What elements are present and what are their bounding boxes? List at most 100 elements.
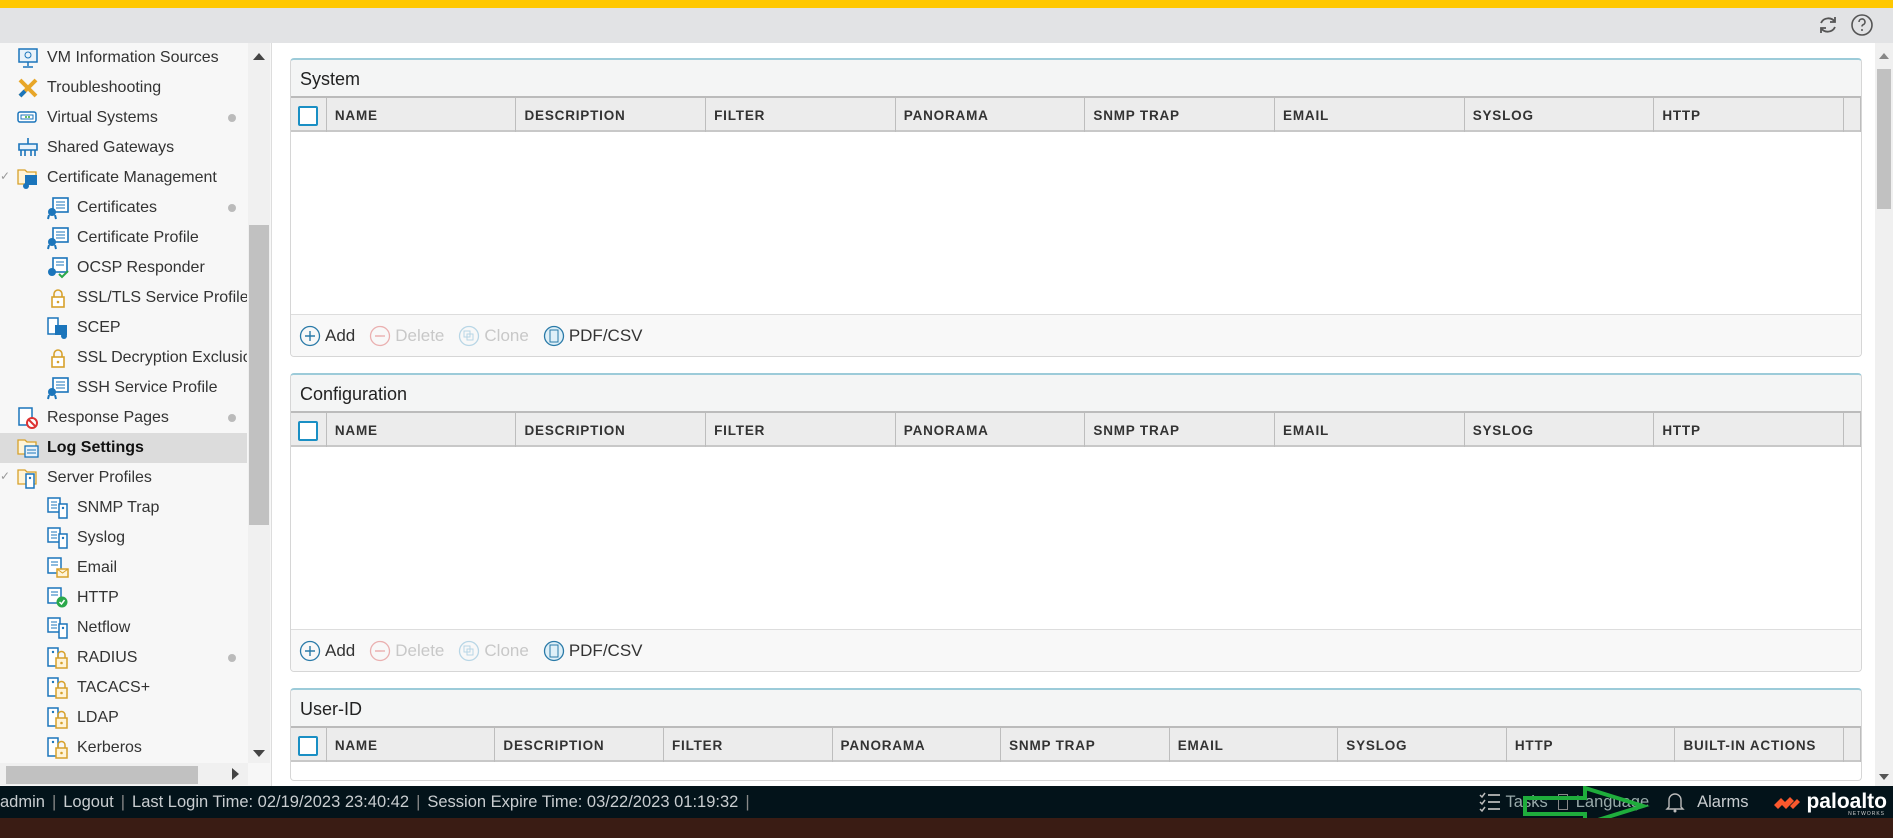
sidebar-item-radius[interactable]: RADIUS (0, 643, 247, 673)
auth-server-icon (47, 737, 68, 759)
sidebar-tree: VM Information Sources Troubleshooting Vir… (0, 43, 272, 786)
sidebar-item-label: Syslog (77, 529, 126, 546)
select-all-checkbox[interactable] (291, 413, 327, 447)
sidebar-item-http[interactable]: HTTP (0, 583, 247, 613)
column-header[interactable]: HTTP (1654, 413, 1844, 447)
sidebar-item-response-pages[interactable]: Response Pages (0, 403, 247, 433)
sidebar-horizontal-scrollbar[interactable] (0, 763, 248, 785)
sidebar-item-troubleshooting[interactable]: Troubleshooting (0, 73, 247, 103)
column-header[interactable]: PANORAMA (896, 98, 1086, 132)
clone-button[interactable]: Clone (458, 640, 529, 662)
sidebar-item-ocsp-responder[interactable]: OCSP Responder (0, 253, 247, 283)
clone-button[interactable]: Clone (458, 325, 529, 347)
sidebar-item-ssl-tls-service-profile[interactable]: SSL/TLS Service Profile (0, 283, 247, 313)
column-header[interactable]: SNMP TRAP (1085, 413, 1276, 447)
expanded-chevron-icon[interactable]: ✓ (0, 169, 10, 183)
column-header[interactable]: FILTER (664, 728, 833, 762)
sidebar-item-ssl-decryption-exclusion[interactable]: SSL Decryption Exclusion (0, 343, 247, 373)
sidebar-item-label: Log Settings (47, 439, 144, 456)
table-header: NAME DESCRIPTION FILTER PANORAMA SNMP TRAP EM… (291, 413, 1861, 447)
sidebar-item-syslog[interactable]: Syslog (0, 523, 247, 553)
column-header[interactable]: SNMP TRAP (1001, 728, 1170, 762)
scep-icon (47, 317, 67, 339)
delete-button[interactable]: Delete (369, 325, 444, 347)
column-header[interactable]: SYSLOG (1465, 413, 1655, 447)
pdf-csv-button[interactable]: PDF/CSV (543, 640, 643, 662)
virtual-system-icon (17, 111, 37, 123)
sidebar-vertical-scrollbar[interactable] (248, 43, 270, 763)
sidebar-item-ldap[interactable]: LDAP (0, 703, 247, 733)
sidebar-item-shared-gateways[interactable]: Shared Gateways (0, 133, 247, 163)
gateway-icon (18, 138, 38, 156)
column-header[interactable]: EMAIL (1275, 413, 1465, 447)
scrollbar-thumb[interactable] (1877, 69, 1891, 209)
sidebar-item-label: Certificates (77, 199, 158, 216)
column-header[interactable]: FILTER (706, 413, 896, 447)
header-bar (0, 8, 1893, 43)
scroll-up-arrow-icon[interactable] (253, 53, 265, 60)
sidebar-item-email[interactable]: Email (0, 553, 247, 583)
column-header[interactable]: HTTP (1654, 98, 1844, 132)
sidebar-item-snmp-trap[interactable]: SNMP Trap (0, 493, 247, 523)
panel-title: Configuration (291, 375, 1861, 413)
column-header[interactable]: SYSLOG (1338, 728, 1507, 762)
expanded-chevron-icon[interactable]: ✓ (0, 469, 10, 483)
scroll-down-arrow-icon[interactable] (1879, 774, 1889, 780)
sidebar-item-ssh-service-profile[interactable]: SSH Service Profile (0, 373, 247, 403)
select-all-checkbox[interactable] (291, 98, 327, 132)
add-button[interactable]: Add (299, 640, 355, 662)
column-header[interactable]: HTTP (1507, 728, 1676, 762)
add-button[interactable]: Add (299, 325, 355, 347)
column-header[interactable]: NAME (327, 98, 517, 132)
certificate-icon (47, 227, 69, 250)
select-all-checkbox[interactable] (291, 728, 327, 762)
sidebar-item-label: OCSP Responder (77, 259, 205, 276)
sidebar-item-log-settings[interactable]: Log Settings (0, 433, 247, 463)
alarms-button[interactable]: Alarms (1665, 791, 1748, 813)
sidebar-item-vm-information-sources[interactable]: VM Information Sources (0, 43, 247, 73)
column-header[interactable]: DESCRIPTION (516, 413, 707, 447)
sidebar-item-kerberos[interactable]: Kerberos (0, 733, 247, 763)
column-header[interactable]: PANORAMA (833, 728, 1002, 762)
refresh-icon[interactable] (1816, 13, 1840, 37)
help-icon[interactable] (1850, 13, 1874, 37)
column-header[interactable]: FILTER (706, 98, 896, 132)
main-vertical-scrollbar[interactable] (1875, 43, 1893, 786)
column-header[interactable]: SNMP TRAP (1085, 98, 1276, 132)
sidebar-item-tacacs-[interactable]: TACACS+ (0, 673, 247, 703)
scroll-right-arrow-icon[interactable] (232, 768, 239, 780)
column-header-spacer (1844, 728, 1861, 762)
clone-icon (459, 640, 480, 661)
response-pages-icon (18, 407, 38, 429)
top-accent-bar (0, 0, 1893, 8)
scrollbar-thumb[interactable] (249, 225, 269, 525)
column-header[interactable]: DESCRIPTION (495, 728, 664, 762)
sidebar-item-virtual-systems[interactable]: Virtual Systems (0, 103, 247, 133)
pdf-csv-button[interactable]: PDF/CSV (543, 325, 643, 347)
sidebar-item-netflow[interactable]: Netflow (0, 613, 247, 643)
sidebar-item-label: Certificate Profile (77, 229, 199, 246)
status-dot-icon (228, 654, 236, 662)
column-header[interactable]: EMAIL (1275, 98, 1465, 132)
sidebar-item-certificate-profile[interactable]: Certificate Profile (0, 223, 247, 253)
lock-icon (51, 289, 65, 308)
scroll-up-arrow-icon[interactable] (1879, 53, 1889, 59)
scroll-down-arrow-icon[interactable] (253, 750, 265, 757)
table-header: NAME DESCRIPTION FILTER PANORAMA SNMP TRAP EM… (291, 728, 1861, 762)
logout-link[interactable]: Logout (63, 793, 113, 812)
column-header[interactable]: SYSLOG (1465, 98, 1655, 132)
column-header[interactable]: NAME (327, 413, 517, 447)
table-body (291, 762, 1861, 780)
sidebar-item-scep[interactable]: SCEP (0, 313, 247, 343)
column-header[interactable]: BUILT-IN ACTIONS (1675, 728, 1845, 762)
delete-button[interactable]: Delete (369, 640, 444, 662)
sidebar-item-certificate-management[interactable]: ✓ Certificate Management (0, 163, 247, 193)
server-profile-icon (47, 617, 68, 639)
column-header[interactable]: NAME (327, 728, 496, 762)
sidebar-item-certificates[interactable]: Certificates (0, 193, 247, 223)
scrollbar-thumb[interactable] (6, 766, 198, 784)
column-header[interactable]: PANORAMA (896, 413, 1086, 447)
column-header[interactable]: EMAIL (1170, 728, 1339, 762)
column-header[interactable]: DESCRIPTION (516, 98, 707, 132)
sidebar-item-server-profiles[interactable]: ✓ Server Profiles (0, 463, 247, 493)
